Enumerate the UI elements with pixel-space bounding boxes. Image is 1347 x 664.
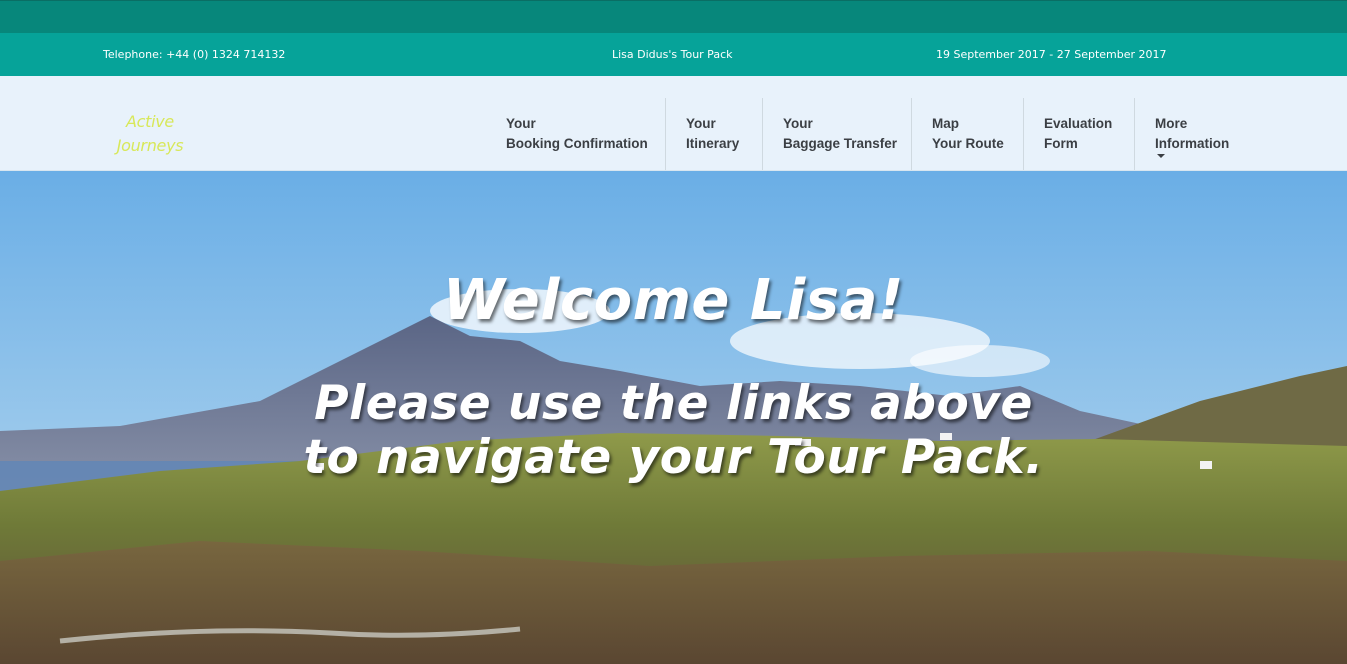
nav-label-line2: Itinerary — [686, 136, 740, 151]
telephone-text: Telephone: +44 (0) 1324 714132 — [103, 48, 286, 61]
main-nav: Active Journeys Your Booking Confirmatio… — [0, 76, 1347, 171]
hero-instruction-text: Please use the links above to navigate y… — [303, 376, 1044, 485]
nav-label-line2: Form — [1044, 136, 1078, 151]
nav-label-line1: More — [1155, 116, 1188, 131]
nav-label-line2: Your Route — [932, 136, 1004, 151]
welcome-heading: Welcome Lisa! — [443, 268, 904, 333]
nav-map-route[interactable]: Map Your Route — [911, 98, 1022, 170]
info-bar: Telephone: +44 (0) 1324 714132 Lisa Didu… — [0, 33, 1347, 76]
nav-itinerary[interactable]: Your Itinerary — [665, 98, 757, 170]
hero-banner: Welcome Lisa! Please use the links above… — [0, 171, 1347, 664]
nav-label-line2: Baggage Transfer — [783, 136, 898, 151]
tour-dates: 19 September 2017 - 27 September 2017 — [936, 48, 1167, 61]
nav-label-line2: Information — [1155, 136, 1230, 151]
tour-pack-title: Lisa Didus's Tour Pack — [612, 48, 733, 61]
nav-label-line1: Your — [783, 116, 813, 131]
nav-label-line1: Map — [932, 116, 959, 131]
nav-evaluation-form[interactable]: Evaluation Form — [1023, 98, 1130, 170]
active-journeys-logo[interactable]: Active Journeys — [108, 110, 192, 158]
nav-label-line2: Booking Confirmation — [506, 136, 648, 151]
caret-down-icon — [1157, 154, 1165, 158]
nav-label-line1: Your — [686, 116, 716, 131]
logo-line-1: Active — [126, 112, 174, 131]
nav-more-information-dropdown[interactable]: More Information — [1134, 98, 1247, 170]
nav-label-line1: Evaluation — [1044, 116, 1113, 131]
nav-booking-confirmation[interactable]: Your Booking Confirmation — [486, 98, 666, 170]
logo-line-2: Journeys — [116, 136, 184, 155]
top-strip — [0, 0, 1347, 33]
nav-label-line1: Your — [506, 116, 536, 131]
nav-baggage-transfer[interactable]: Your Baggage Transfer — [762, 98, 915, 170]
